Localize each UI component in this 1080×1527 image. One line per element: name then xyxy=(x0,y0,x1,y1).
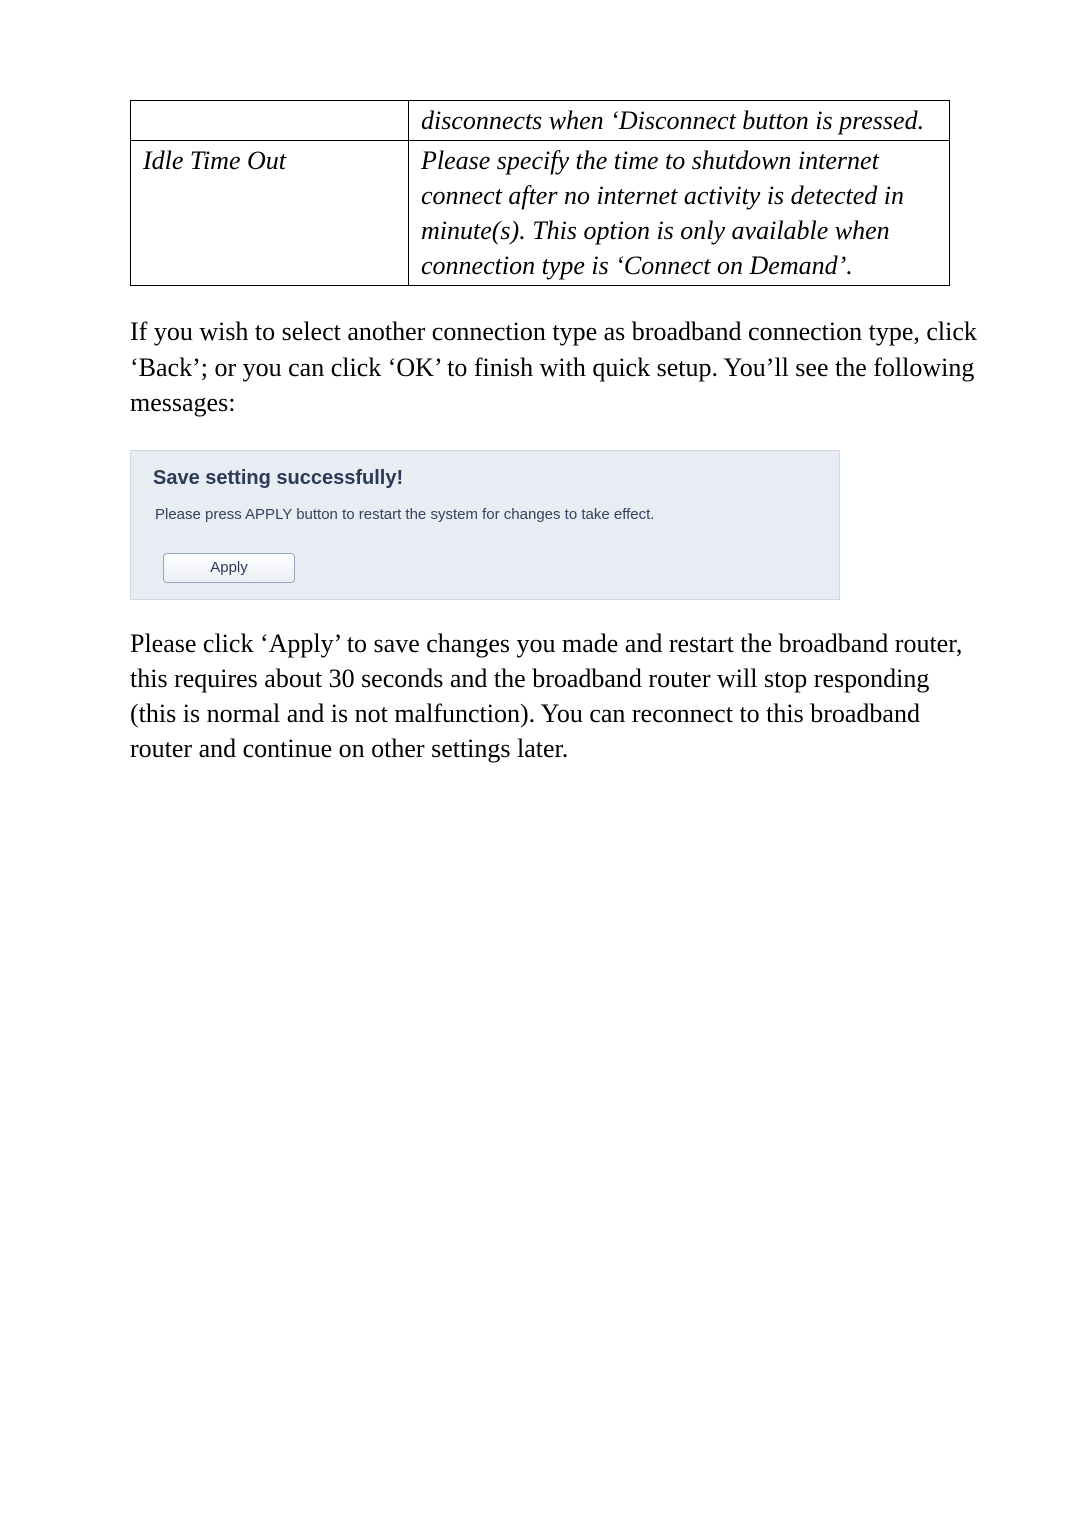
paragraph-1: If you wish to select another connection… xyxy=(130,314,980,419)
table-row: Idle Time Out Please specify the time to… xyxy=(131,141,950,286)
table-cell-left xyxy=(131,101,409,141)
panel-message: Please press APPLY button to restart the… xyxy=(155,506,821,523)
paragraph-2: Please click ‘Apply’ to save changes you… xyxy=(130,626,980,766)
page: disconnects when ‘Disconnect button is p… xyxy=(0,0,1080,1527)
description-table: disconnects when ‘Disconnect button is p… xyxy=(130,100,950,286)
save-setting-panel: Save setting successfully! Please press … xyxy=(130,450,840,600)
table-cell-right: Please specify the time to shutdown inte… xyxy=(409,141,950,286)
table-row: disconnects when ‘Disconnect button is p… xyxy=(131,101,950,141)
apply-button[interactable]: Apply xyxy=(163,553,295,583)
table-cell-right: disconnects when ‘Disconnect button is p… xyxy=(409,101,950,141)
panel-title: Save setting successfully! xyxy=(153,467,821,490)
table-cell-left: Idle Time Out xyxy=(131,141,409,286)
